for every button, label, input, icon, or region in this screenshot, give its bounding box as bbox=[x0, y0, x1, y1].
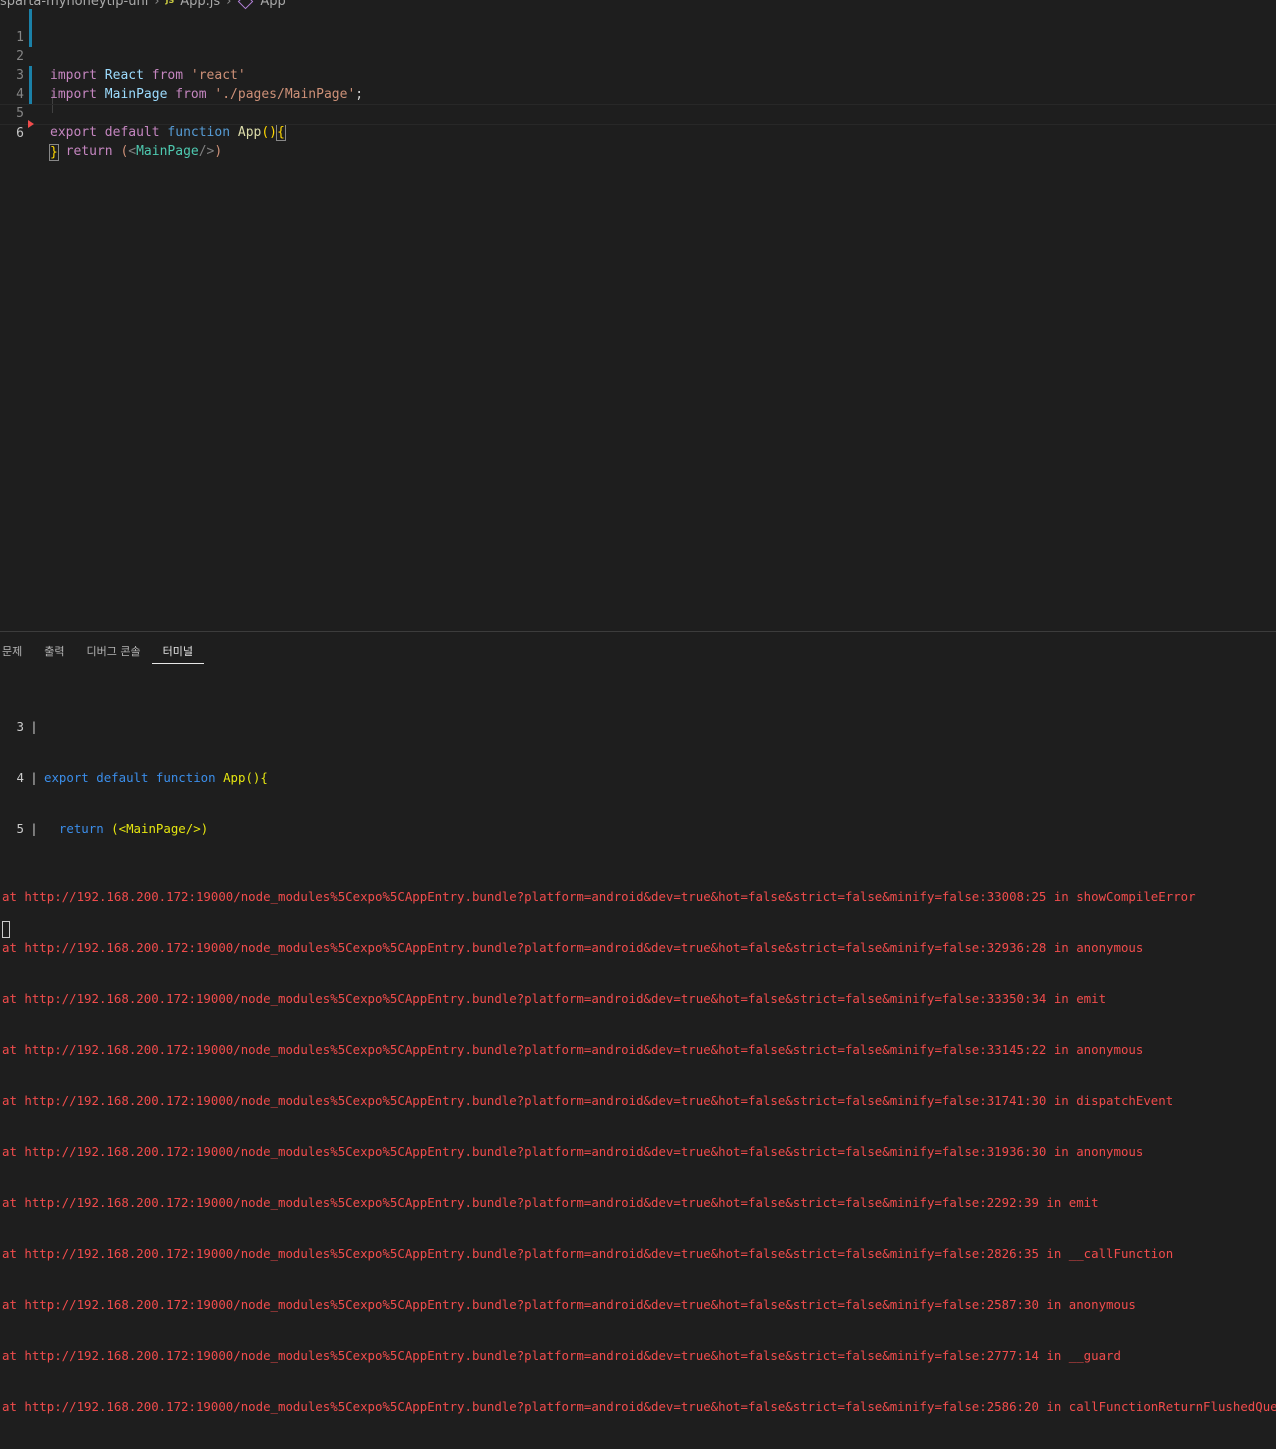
stack-trace-line[interactable]: at http://192.168.200.172:19000/node_mod… bbox=[0, 1143, 1276, 1160]
gutter-modified-marker[interactable] bbox=[29, 9, 32, 28]
chevron-right-icon: › bbox=[154, 0, 160, 9]
stack-trace-line[interactable]: at http://192.168.200.172:19000/node_mod… bbox=[0, 939, 1276, 956]
function-name: App bbox=[237, 125, 262, 140]
javascript-file-icon: JS bbox=[165, 0, 175, 5]
symbol-class-icon bbox=[238, 0, 254, 9]
jsx-tag-name: MainPage bbox=[136, 144, 199, 159]
terminal-keyword: function bbox=[155, 770, 216, 785]
keyword: function bbox=[167, 125, 231, 140]
panel-tabs: 문제 출력 디버그 콘솔 터미널 bbox=[0, 632, 204, 666]
terminal-code-line: 4 | export default function App(){ bbox=[0, 769, 1276, 786]
breadcrumb-project[interactable]: sparta-myhoneytip-uni bbox=[0, 0, 148, 9]
terminal-keyword: return bbox=[58, 821, 104, 836]
stack-trace-line[interactable]: at http://192.168.200.172:19000/node_mod… bbox=[0, 1041, 1276, 1058]
terminal-line-number: 4 bbox=[16, 770, 24, 785]
stack-trace-line[interactable]: at http://192.168.200.172:19000/node_mod… bbox=[0, 1296, 1276, 1313]
code-line[interactable]: 4 export default function App(){ bbox=[0, 66, 1276, 141]
code-line[interactable]: 3 bbox=[0, 47, 1276, 83]
code-line[interactable]: 2 import MainPage from './pages/MainPage… bbox=[0, 28, 1276, 102]
terminal-punctuation: (){ bbox=[245, 770, 268, 785]
terminal-bar: | bbox=[30, 719, 38, 734]
open-brace: { bbox=[276, 124, 286, 141]
parentheses: () bbox=[261, 125, 278, 140]
terminal-line-number: 3 bbox=[16, 719, 24, 734]
jsx-bracket: < bbox=[128, 144, 137, 159]
chevron-right-icon: › bbox=[226, 0, 232, 9]
terminal-keyword: default bbox=[96, 770, 149, 785]
code-line[interactable]: 1 import React from 'react' bbox=[0, 9, 1276, 83]
tab-terminal[interactable]: 터미널 bbox=[151, 643, 204, 664]
stack-trace-line[interactable]: at http://192.168.200.172:19000/node_mod… bbox=[0, 1245, 1276, 1262]
stack-trace-line[interactable]: at http://192.168.200.172:19000/node_mod… bbox=[0, 1347, 1276, 1364]
terminal-line-number: 5 bbox=[16, 821, 24, 836]
stack-trace-line[interactable]: at http://192.168.200.172:19000/node_mod… bbox=[0, 888, 1276, 905]
stack-trace-line[interactable]: at http://192.168.200.172:19000/node_mod… bbox=[0, 1398, 1276, 1415]
breadcrumb: sparta-myhoneytip-uni › JS App.js › App bbox=[0, 0, 286, 9]
stack-trace-line[interactable]: at http://192.168.200.172:19000/node_mod… bbox=[0, 1194, 1276, 1211]
terminal-bar: | bbox=[30, 821, 38, 836]
gutter-modified-marker[interactable] bbox=[29, 66, 32, 85]
paren: ) bbox=[214, 144, 223, 159]
jsx-bracket: /> bbox=[198, 144, 215, 159]
terminal-cursor bbox=[2, 921, 10, 938]
breadcrumb-file[interactable]: App.js bbox=[180, 0, 220, 9]
tab-debug-console[interactable]: 디버그 콘솔 bbox=[76, 643, 152, 663]
terminal-punctuation: ( bbox=[111, 821, 119, 836]
terminal-bar: | bbox=[30, 770, 38, 785]
line-number: 6 bbox=[16, 126, 24, 141]
close-brace: } bbox=[49, 144, 59, 161]
error-marker-icon[interactable] bbox=[28, 120, 34, 128]
keyword: export bbox=[50, 125, 97, 140]
keyword: default bbox=[104, 125, 160, 140]
terminal-punctuation: ) bbox=[200, 821, 209, 836]
code-line[interactable]: 5 return (<MainPage/>) bbox=[0, 85, 1276, 159]
gutter-modified-marker[interactable] bbox=[29, 85, 32, 104]
keyword: return bbox=[65, 144, 113, 159]
terminal-function-name: App bbox=[223, 770, 246, 785]
stack-trace-line[interactable]: at http://192.168.200.172:19000/node_mod… bbox=[0, 990, 1276, 1007]
code-line-current[interactable]: 6 } bbox=[0, 104, 1276, 161]
bottom-panel: 문제 출력 디버그 콘솔 터미널 3 | 4 | export default fun… bbox=[0, 631, 1276, 1414]
terminal-code-line: 5 | return (<MainPage/>) bbox=[0, 820, 1276, 837]
gutter-modified-marker[interactable] bbox=[29, 28, 32, 47]
tab-output[interactable]: 출력 bbox=[33, 643, 75, 663]
breadcrumb-symbol[interactable]: App bbox=[260, 0, 285, 9]
terminal-keyword: export bbox=[44, 770, 89, 785]
terminal-jsx-tag: <MainPage/> bbox=[118, 821, 201, 836]
terminal-output[interactable]: 3 | 4 | export default function App(){ 5 | r… bbox=[0, 684, 1276, 1449]
tab-problems[interactable]: 문제 bbox=[0, 643, 33, 663]
terminal-code-line: 3 | bbox=[0, 718, 1276, 735]
stack-trace-line[interactable]: at http://192.168.200.172:19000/node_mod… bbox=[0, 1092, 1276, 1109]
code-editor[interactable]: 1 import React from 'react' 2 import Mai… bbox=[0, 9, 1276, 629]
